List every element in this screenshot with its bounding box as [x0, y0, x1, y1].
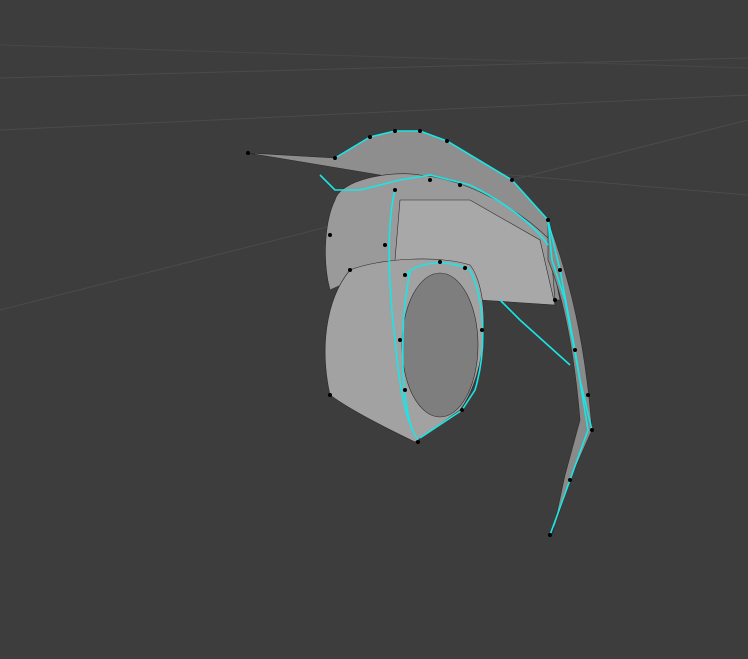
mesh-lower-loop-inner	[401, 272, 479, 418]
mesh-object[interactable]	[247, 130, 593, 536]
viewport-canvas[interactable]	[0, 0, 748, 659]
3d-viewport[interactable]	[0, 0, 748, 659]
